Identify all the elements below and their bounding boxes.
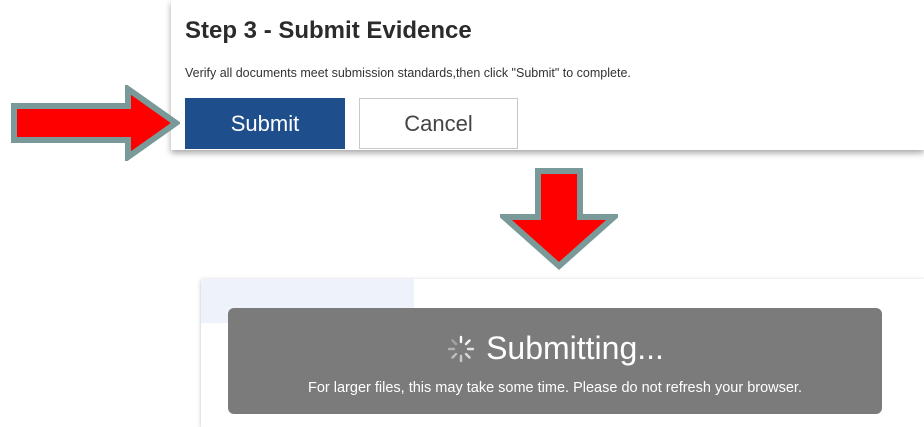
submit-button[interactable]: Submit xyxy=(185,98,345,149)
arrow-down-icon xyxy=(500,168,618,270)
step-title: Step 3 - Submit Evidence xyxy=(185,17,472,44)
overlay-note: For larger files, this may take some tim… xyxy=(307,380,802,396)
loading-spinner-icon xyxy=(447,335,475,362)
arrow-right-icon xyxy=(11,85,180,161)
cancel-button[interactable]: Cancel xyxy=(359,98,518,149)
overlay-status: Submitting... xyxy=(228,330,882,367)
submitting-status: Submitting... xyxy=(486,330,664,366)
submit-evidence-panel: Step 3 - Submit Evidence Verify all docu… xyxy=(171,0,924,150)
submission-result-panel: Submitting... For larger files, this may… xyxy=(201,279,924,427)
step-description: Verify all documents meet submission sta… xyxy=(185,66,631,80)
submitting-overlay: Submitting... For larger files, this may… xyxy=(228,308,882,414)
